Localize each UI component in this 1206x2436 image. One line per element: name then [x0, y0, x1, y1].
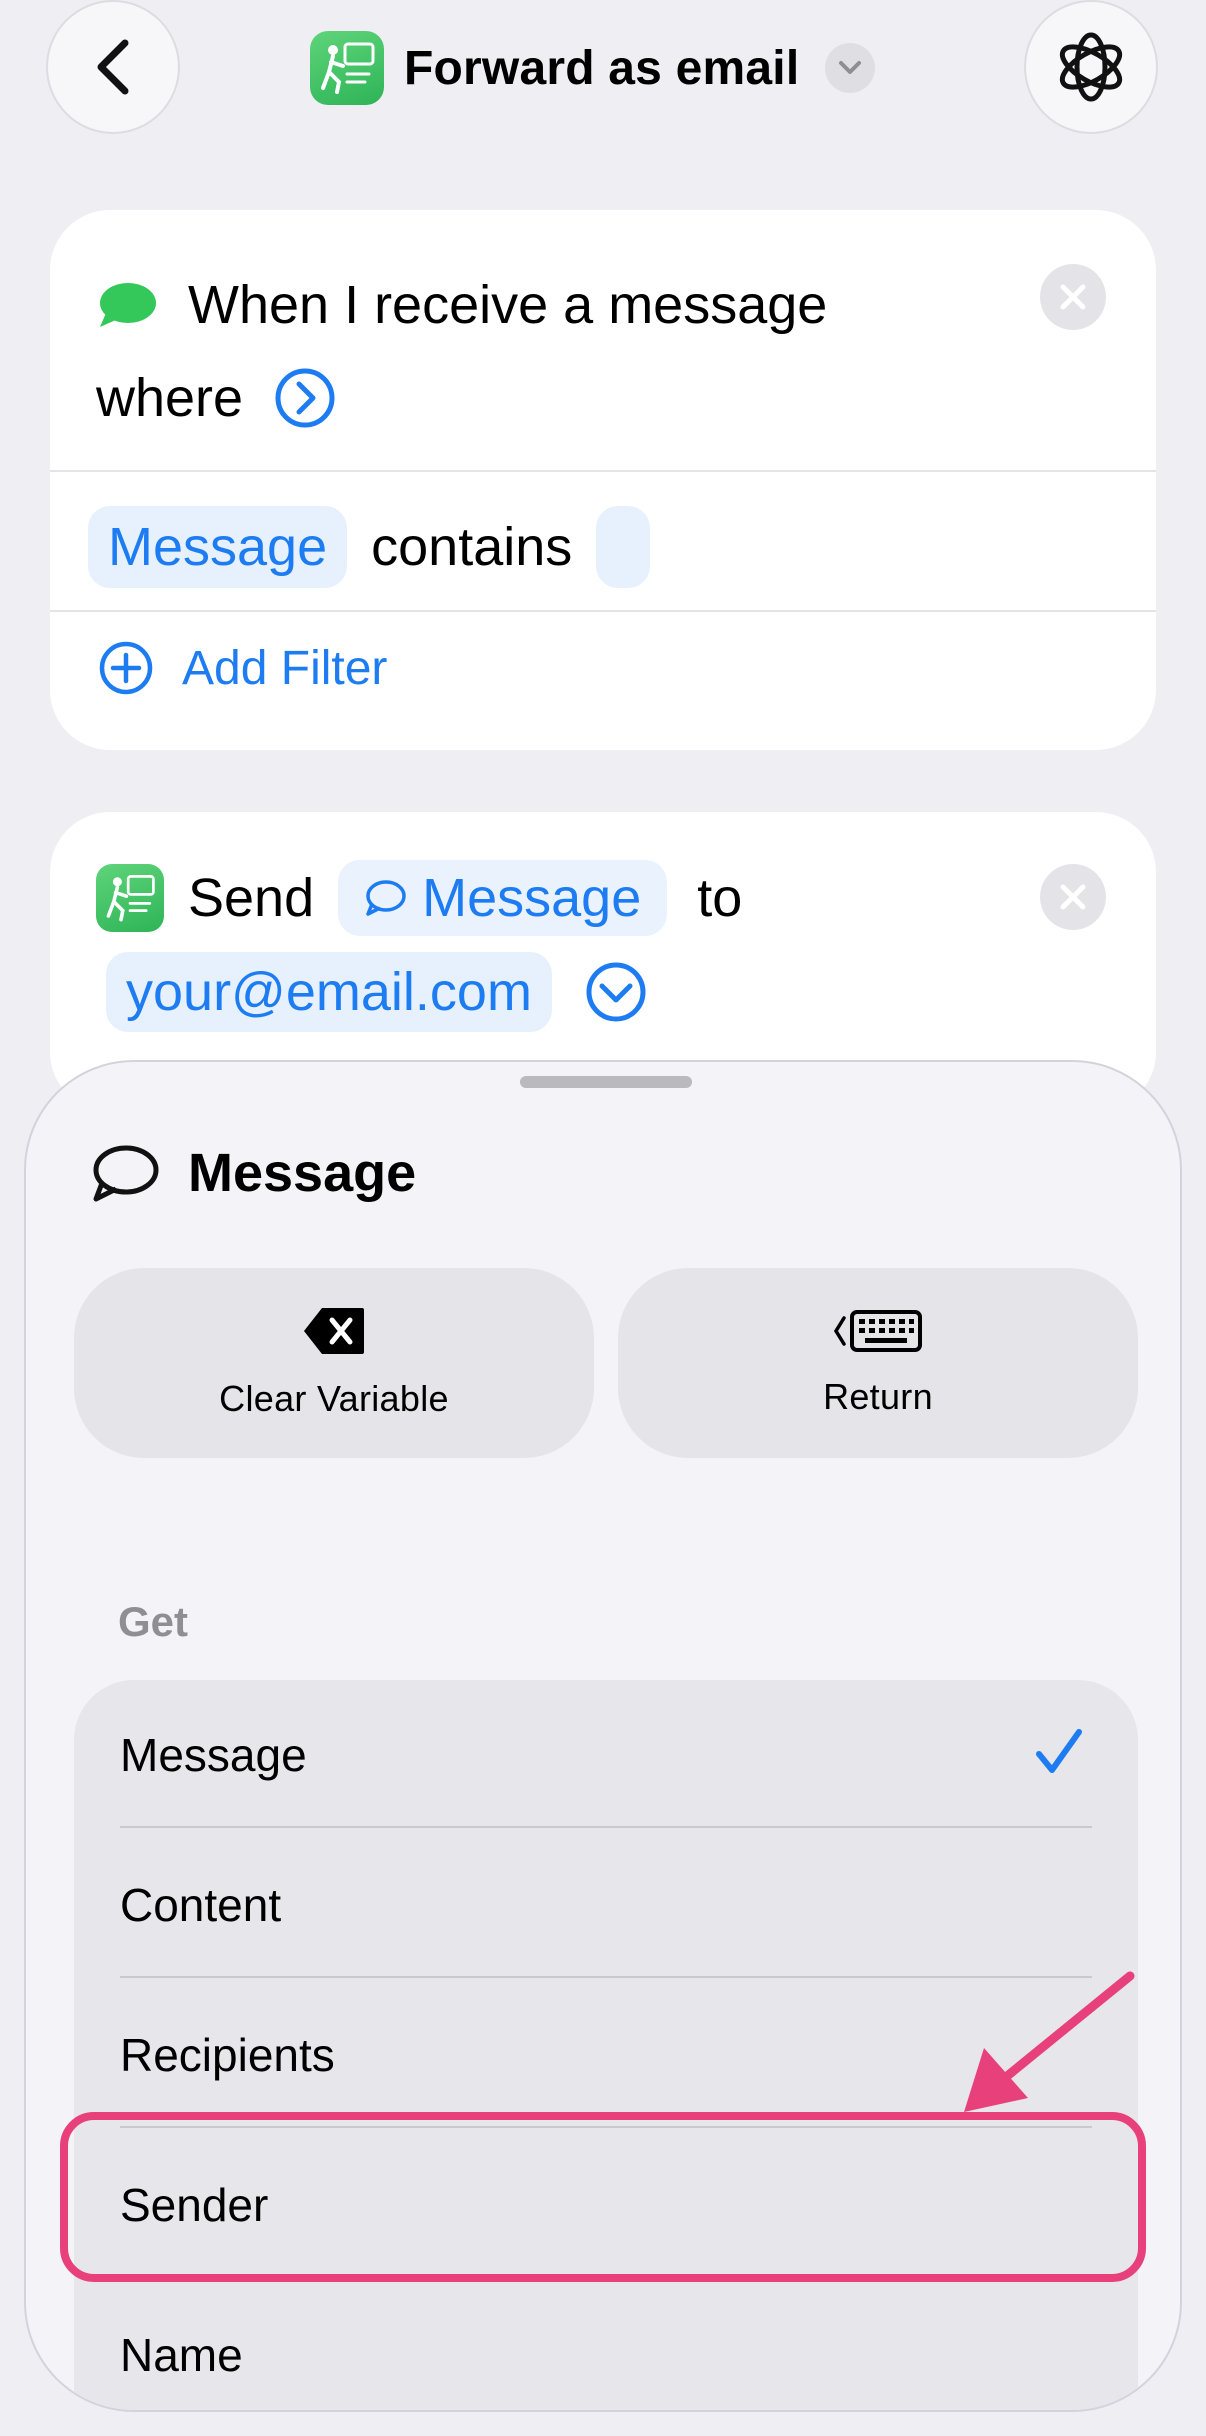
chevron-down-circle-icon[interactable]	[584, 960, 648, 1024]
clear-variable-label: Clear Variable	[219, 1378, 449, 1419]
return-button[interactable]: Return	[618, 1268, 1138, 1458]
sender-highlight-box	[60, 2112, 1146, 2282]
sparkle-flower-icon	[1059, 32, 1123, 102]
variable-label: Message	[422, 868, 642, 928]
filter-field-pill[interactable]: Message	[88, 506, 348, 588]
close-icon	[1060, 284, 1086, 310]
shortcut-title-menu[interactable]: Forward as email	[310, 28, 876, 108]
list-item[interactable]: Name	[74, 2280, 1138, 2410]
annotation-arrow-icon	[964, 1971, 1135, 2112]
apple-intelligence-button[interactable]	[1024, 0, 1158, 134]
filter-row: Message contains	[88, 506, 651, 588]
chevron-down-icon[interactable]	[825, 43, 876, 93]
messages-bubble-icon	[100, 283, 156, 327]
list-item[interactable]: Message	[74, 1680, 1138, 1830]
clear-variable-button[interactable]: Clear Variable	[74, 1268, 594, 1458]
speech-bubble-icon	[366, 880, 406, 916]
trigger-description: When I receive a message	[188, 275, 828, 335]
filter-value-pill[interactable]	[596, 506, 651, 588]
list-item-label: Name	[120, 2329, 243, 2381]
list-item-label: Message	[120, 1729, 307, 1781]
list-item-label: Recipients	[120, 2029, 335, 2081]
sheet-title: Message	[188, 1143, 417, 1203]
page-title: Forward as email	[404, 41, 800, 95]
trigger-where-label: where	[96, 368, 244, 428]
checkmark-icon	[1036, 1729, 1082, 1773]
close-icon	[1060, 884, 1086, 910]
filter-operator[interactable]: contains	[371, 516, 572, 578]
back-button[interactable]	[46, 0, 180, 134]
remove-trigger-button[interactable]	[1040, 264, 1106, 330]
add-filter-button[interactable]: Add Filter	[98, 640, 387, 696]
list-item-label: Content	[120, 1879, 282, 1931]
keyboard-dismiss-icon	[833, 1310, 922, 1352]
remove-action-button[interactable]	[1040, 864, 1106, 930]
plus-circle-icon	[99, 641, 153, 695]
recipient-pill[interactable]: your@email.com	[106, 952, 552, 1032]
action-app-icon	[96, 864, 164, 932]
chevron-left-icon	[97, 39, 129, 95]
delete-backward-icon	[304, 1308, 364, 1354]
list-item[interactable]: Content	[74, 1830, 1138, 1980]
return-label: Return	[823, 1376, 933, 1417]
speech-bubble-icon	[93, 1145, 159, 1202]
app-icon	[310, 31, 384, 105]
action-verb: Send	[188, 868, 315, 928]
add-filter-label: Add Filter	[182, 641, 388, 695]
message-variable-pill[interactable]: Message	[338, 860, 668, 936]
trigger-card: When I receive a message where Message c…	[50, 210, 1156, 750]
action-connector: to	[697, 868, 743, 928]
section-header-get: Get	[118, 1598, 189, 1645]
sms-forward-icon	[106, 875, 155, 922]
sheet-grabber[interactable]	[520, 1076, 692, 1088]
sms-forward-icon	[321, 42, 375, 94]
chevron-right-circle-icon[interactable]	[273, 366, 337, 430]
